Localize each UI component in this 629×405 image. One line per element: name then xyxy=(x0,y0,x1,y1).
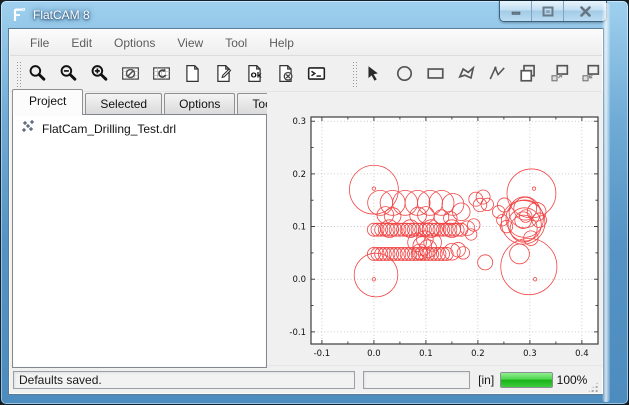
drill-plot: -0.1 0.0 0.1 0.2 0.3 0.4 -0.1 0.0 0.1 0.2 0.3 xyxy=(267,93,604,369)
paste-geometry-icon xyxy=(581,64,600,83)
close-button[interactable] xyxy=(564,1,606,21)
minimize-button[interactable] xyxy=(500,1,532,21)
zoom-out-icon xyxy=(59,64,78,83)
save-project-button[interactable]: Ok xyxy=(242,62,266,86)
menu-options[interactable]: Options xyxy=(104,33,165,53)
svg-text:0.1: 0.1 xyxy=(419,349,433,359)
copy-objects-button[interactable] xyxy=(516,62,540,86)
menu-edit[interactable]: Edit xyxy=(61,33,102,53)
drill-file-icon xyxy=(21,120,36,138)
svg-text:0.4: 0.4 xyxy=(575,349,589,359)
draw-circle-icon xyxy=(395,64,414,83)
menu-help[interactable]: Help xyxy=(259,33,304,53)
new-project-icon xyxy=(183,64,202,83)
draw-path-button[interactable] xyxy=(485,62,509,86)
shell-icon xyxy=(307,64,326,83)
svg-text:0.0: 0.0 xyxy=(292,275,306,285)
draw-rectangle-button[interactable] xyxy=(423,62,447,86)
progress-percent-label: 100% xyxy=(557,373,588,387)
copy-objects-icon xyxy=(519,64,538,83)
menu-file[interactable]: File xyxy=(20,33,59,53)
svg-text:0.0: 0.0 xyxy=(367,349,381,359)
open-project-icon xyxy=(214,64,233,83)
toolbar-geometry-group xyxy=(361,62,602,86)
units-label: [in] xyxy=(478,373,494,387)
zoom-out-button[interactable] xyxy=(56,62,80,86)
toolbar: Ok xyxy=(10,56,602,92)
replot-icon xyxy=(152,64,171,83)
close-icon xyxy=(579,6,592,17)
new-project-button[interactable] xyxy=(180,62,204,86)
maximize-icon xyxy=(542,6,554,17)
select-button[interactable] xyxy=(361,62,385,86)
clear-plot-button[interactable] xyxy=(118,62,142,86)
paste-geometry-button[interactable] xyxy=(578,62,602,86)
svg-text:0.2: 0.2 xyxy=(471,349,485,359)
flatcam-logo-icon xyxy=(11,7,27,23)
replot-button[interactable] xyxy=(149,62,173,86)
tab-selected[interactable]: Selected xyxy=(85,93,162,115)
minimize-icon xyxy=(510,6,522,16)
toolbar-handle[interactable] xyxy=(16,61,21,87)
zoom-in-button[interactable] xyxy=(87,62,111,86)
svg-text:-0.1: -0.1 xyxy=(314,349,331,359)
draw-path-icon xyxy=(488,64,507,83)
flatcam-window: FlatCAM 8 FileEditOptionsViewToolHelp Ok… xyxy=(0,0,629,405)
client-area: FileEditOptionsViewToolHelp Ok ProjectSe… xyxy=(8,28,604,395)
svg-text:0.3: 0.3 xyxy=(292,117,306,127)
status-message: Defaults saved. xyxy=(13,371,355,389)
status-bar: Defaults saved. [in] 100% xyxy=(10,365,602,393)
project-tree[interactable]: FlatCam_Drilling_Test.drl xyxy=(12,114,267,368)
zoom-fit-button[interactable] xyxy=(25,62,49,86)
menu-view[interactable]: View xyxy=(167,33,213,53)
delete-object-button[interactable] xyxy=(273,62,297,86)
toolbar-file-group: Ok xyxy=(25,62,328,86)
open-project-button[interactable] xyxy=(211,62,235,86)
draw-circle-button[interactable] xyxy=(392,62,416,86)
status-aux-field xyxy=(363,371,470,389)
progress-bar xyxy=(500,372,552,388)
toolbar-handle-2[interactable] xyxy=(352,61,357,87)
draw-polygon-button[interactable] xyxy=(454,62,478,86)
svg-text:Ok: Ok xyxy=(250,70,261,79)
tree-item[interactable]: FlatCam_Drilling_Test.drl xyxy=(13,115,266,140)
tab-project[interactable]: Project xyxy=(12,89,83,115)
zoom-in-icon xyxy=(90,64,109,83)
notebook-tabs: ProjectSelectedOptionsTool xyxy=(12,93,289,115)
svg-text:0.2: 0.2 xyxy=(292,170,306,180)
window-controls xyxy=(499,1,607,22)
maximize-button[interactable] xyxy=(532,1,564,21)
copy-geometry-icon xyxy=(550,64,569,83)
tab-options[interactable]: Options xyxy=(164,93,235,115)
resize-grip-icon[interactable] xyxy=(587,381,599,393)
draw-rectangle-icon xyxy=(426,64,445,83)
clear-plot-icon xyxy=(121,64,140,83)
svg-text:0.1: 0.1 xyxy=(292,223,306,233)
menu-tool[interactable]: Tool xyxy=(215,33,257,53)
tree-item-label: FlatCam_Drilling_Test.drl xyxy=(42,122,176,136)
svg-text:-0.1: -0.1 xyxy=(289,328,306,338)
zoom-fit-icon xyxy=(28,64,47,83)
window-title: FlatCAM 8 xyxy=(33,8,90,22)
delete-object-icon xyxy=(276,64,295,83)
copy-geometry-button[interactable] xyxy=(547,62,571,86)
shell-button[interactable] xyxy=(304,62,328,86)
select-icon xyxy=(364,64,383,83)
draw-polygon-icon xyxy=(457,64,476,83)
save-project-icon: Ok xyxy=(245,64,264,83)
svg-text:0.3: 0.3 xyxy=(523,349,537,359)
menu-bar: FileEditOptionsViewToolHelp xyxy=(10,30,602,56)
plot-canvas[interactable]: -0.1 0.0 0.1 0.2 0.3 0.4 -0.1 0.0 0.1 0.2 0.3 xyxy=(267,93,604,369)
